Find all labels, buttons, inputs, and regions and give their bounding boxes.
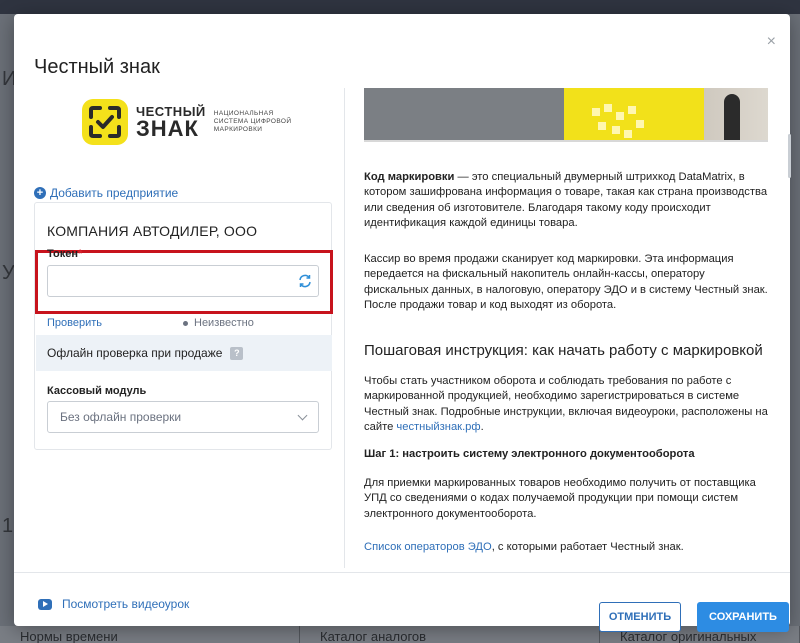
info-banner-image [364,88,768,142]
scrollbar-thumb[interactable] [788,134,791,178]
info-paragraph: Код маркировки — это специальный двумерн… [364,170,768,232]
dialog-title: Честный знак [34,56,160,78]
logo-subtitle: НАЦИОНАЛЬНАЯ СИСТЕМА ЦИФРОВОЙ МАРКИРОВКИ [214,110,292,134]
logo-name: ЧЕСТНЫЙ ЗНАК [136,105,206,140]
token-status: Неизвестно [183,317,254,329]
footer-divider [14,572,790,573]
play-video-icon [38,598,52,610]
check-token-link[interactable]: Проверить [47,317,102,329]
step-heading: Шаг 1: настроить систему электронного до… [364,448,695,460]
logo-line2: ЗНАК [136,115,199,141]
offline-check-row: Офлайн проверка при продаже ? [36,335,332,371]
column-divider [344,88,345,568]
background-top-bar [0,0,800,14]
logo-sub-line: НАЦИОНАЛЬНАЯ [213,110,274,117]
chestnyznak-site-link[interactable]: честныйзнак.рф [396,421,480,433]
logo-mark-icon [82,99,128,145]
token-input[interactable] [47,265,319,297]
datamatrix-code-icon [592,104,644,138]
edo-operators-link[interactable]: Список операторов ЭДО [364,541,492,553]
background-tab: Каталог аналогов [300,626,600,643]
background-fragment: У [2,262,15,284]
cash-module-value: Без офлайн проверки [60,410,182,424]
cash-module-label: Кассовый модуль [47,385,147,397]
cancel-button[interactable]: ОТМЕНИТЬ [599,602,681,632]
banner-gray-area [364,88,564,140]
token-label: Токен* [47,248,82,260]
plus-circle-icon: + [34,187,46,199]
cash-module-select[interactable]: Без офлайн проверки [47,401,319,433]
required-mark: * [78,248,83,260]
info-text: . [480,421,484,434]
company-name: КОМПАНИЯ АВТОДИЛЕР, ООО [47,223,258,239]
refresh-icon[interactable] [297,273,313,289]
chestny-znak-logo: ЧЕСТНЫЙ ЗНАК НАЦИОНАЛЬНАЯ СИСТЕМА ЦИФРОВ… [82,92,292,152]
instruction-heading: Пошаговая инструкция: как начать работу … [364,342,763,359]
logo-sub-line: МАРКИРОВКИ [213,126,263,133]
close-icon[interactable]: × [767,34,776,50]
info-term: Код маркировки [364,171,455,183]
chevron-down-icon [297,410,308,420]
info-paragraph: Список операторов ЭДО, с которыми работа… [364,540,768,555]
scanner-icon [724,94,740,140]
background-fragment: 1 [2,515,14,537]
info-panel: Код маркировки — это специальный двумерн… [364,88,774,568]
offline-check-label: Офлайн проверка при продаже [47,346,223,360]
status-text: Неизвестно [194,317,254,329]
watch-video-label: Посмотреть видеоурок [62,597,190,611]
info-paragraph: Чтобы стать участником оборота и соблюда… [364,374,768,436]
status-dot-icon [183,320,188,326]
watch-video-link[interactable]: Посмотреть видеоурок [38,597,189,611]
help-icon[interactable]: ? [230,346,244,360]
company-card: КОМПАНИЯ АВТОДИЛЕР, ООО Токен* Проверить… [34,202,333,450]
info-paragraph: Для приемки маркированных товаров необхо… [364,477,756,520]
logo-sub-line: СИСТЕМА ЦИФРОВОЙ [213,118,292,125]
token-label-text: Токен [47,248,79,260]
save-button[interactable]: СОХРАНИТЬ [697,602,789,632]
add-company-link[interactable]: + Добавить предприятие [34,186,178,200]
chestny-znak-dialog: Честный знак × ЧЕСТНЫЙ ЗНАК НАЦИОНАЛЬНАЯ… [14,14,791,632]
info-text: , с которыми работает Честный знак. [491,541,684,553]
background-tab: Нормы времени [0,626,300,643]
add-company-label: Добавить предприятие [50,186,179,200]
info-paragraph: Кассир во время продажи сканирует код ма… [364,253,768,312]
